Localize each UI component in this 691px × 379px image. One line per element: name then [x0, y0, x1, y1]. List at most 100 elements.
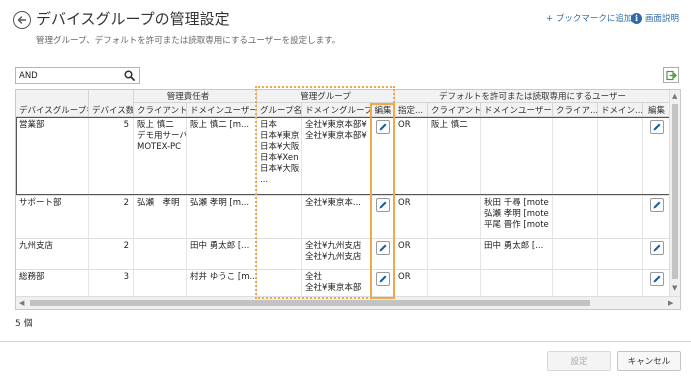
pencil-icon — [379, 244, 387, 252]
cell-text: 2 — [123, 198, 129, 208]
cell-text: OR — [398, 198, 411, 208]
cell-text: 総務部 — [19, 272, 45, 282]
table-cell-mg-domain-group: 全社 全社¥東京本部 — [302, 269, 372, 296]
cell-text: 田中 勇太郎 [... — [190, 241, 250, 251]
column-header-group-name[interactable]: デバイスグループ名 — [16, 90, 89, 117]
table-cell-d-client — [428, 238, 481, 269]
table-cell-mg-group — [257, 269, 302, 296]
table-cell-mg-group — [257, 195, 302, 238]
cell-text: ... — [260, 175, 269, 185]
cancel-button[interactable]: キャンセル — [617, 351, 681, 371]
back-button[interactable] — [13, 11, 31, 29]
edit-managed-group-button[interactable] — [376, 198, 390, 212]
scroll-right-icon[interactable]: ▶ — [668, 298, 673, 309]
table-cell-d-domain-group — [598, 195, 643, 238]
table-cell-admin-client — [134, 238, 187, 269]
column-header-device-count[interactable]: デバイス数 — [89, 90, 134, 117]
search-input[interactable] — [19, 69, 119, 82]
page-subtitle: 管理グループ、デフォルトを許可または読取専用にするユーザーを設定します。 — [36, 36, 341, 46]
table-cell-admin-client — [134, 269, 187, 296]
cell-text: 阪上 慎二 [m... — [190, 120, 250, 130]
table-cell-d-domain-user — [481, 117, 553, 195]
cell-text: 日本¥東京 — [260, 131, 300, 141]
table-cell-d-spec: OR — [395, 117, 428, 195]
device-group-grid: 管理責任者 管理グループ デフォルトを許可または読取専用にするユーザー デバイス… — [15, 89, 681, 310]
cell-text: 全社¥東京本... — [305, 198, 362, 208]
table-cell-device-count: 2 — [89, 238, 134, 269]
vertical-scroll-thumb[interactable] — [672, 104, 678, 279]
cell-text: 阪上 慎二 — [431, 120, 468, 130]
help-link-label: 画面説明 — [645, 14, 680, 24]
column-header-d-client-group[interactable]: クライア... — [553, 103, 598, 117]
column-header-mg-group[interactable]: グループ名 — [257, 103, 302, 117]
cell-text: 弘瀬 孝明 [mote — [484, 209, 549, 219]
pencil-icon — [653, 244, 661, 252]
cell-text: 弘瀬 孝明 — [137, 198, 180, 208]
table-cell-device-count: 2 — [89, 195, 134, 238]
cell-text: 村井 ゆうこ [m... — [190, 272, 257, 282]
column-header-d-edit[interactable]: 編集 — [643, 103, 671, 117]
column-group-header-managed-group: 管理グループ — [257, 90, 395, 103]
table-cell-mg-domain-group: 全社¥東京本部¥ 全社¥東京本部¥ — [302, 117, 372, 195]
edit-default-users-button[interactable] — [650, 272, 664, 286]
table-cell-group-name: サポート部 — [16, 195, 89, 238]
search-box[interactable] — [15, 67, 140, 84]
table-cell-d-domain-group — [598, 238, 643, 269]
table-cell-mg-domain-group: 全社¥九州支店 全社¥九州支店 — [302, 238, 372, 269]
cell-text: 3 — [123, 272, 129, 282]
edit-managed-group-button[interactable] — [376, 241, 390, 255]
column-header-mg-domain-group[interactable]: ドメイングループ名 — [302, 103, 372, 117]
pencil-icon — [379, 275, 387, 283]
horizontal-scroll-thumb[interactable] — [30, 300, 590, 306]
cell-text: 全社 — [305, 272, 323, 282]
edit-default-users-button[interactable] — [650, 198, 664, 212]
column-header-admin-client[interactable]: クライアント名 — [134, 103, 187, 117]
help-link[interactable]: i 画面説明 — [631, 12, 679, 24]
column-header-d-domain-group[interactable]: ドメイン... — [598, 103, 643, 117]
table-cell-d-domain-group — [598, 269, 643, 296]
table-cell-group-name: 九州支店 — [16, 238, 89, 269]
scroll-up-icon[interactable]: ▲ — [672, 91, 677, 102]
column-group-header-admin: 管理責任者 — [120, 90, 257, 103]
edit-default-users-button[interactable] — [650, 241, 664, 255]
page-title: デバイスグループの管理設定 — [36, 10, 230, 28]
cell-text: MOTEX-PC — [137, 142, 182, 152]
export-icon — [665, 70, 677, 80]
scroll-down-icon[interactable]: ▼ — [672, 283, 677, 294]
cell-text: 日本 — [260, 120, 278, 130]
cell-text: サポート部 — [19, 198, 62, 208]
table-cell-admin-domain-user: 村井 ゆうこ [m... — [187, 269, 257, 296]
cell-text: 全社¥東京本部 — [305, 283, 362, 293]
search-icon[interactable] — [124, 70, 135, 81]
add-bookmark-link[interactable]: + ブックマークに追加 — [546, 12, 632, 24]
column-header-d-domain-user[interactable]: ドメインユーザー... — [481, 103, 553, 117]
cell-text: 阪上 慎二 — [137, 120, 174, 130]
edit-default-users-button[interactable] — [650, 120, 664, 134]
pencil-icon — [653, 275, 661, 283]
horizontal-scrollbar[interactable]: ◀ ▶ — [16, 296, 680, 309]
export-button[interactable] — [663, 67, 679, 83]
column-header-admin-domain-user[interactable]: ドメインユーザー名 — [187, 103, 257, 117]
cell-text: 全社¥東京本部¥ — [305, 120, 367, 130]
cell-text: OR — [398, 120, 411, 130]
table-cell-mg-domain-group: 全社¥東京本... — [302, 195, 372, 238]
table-cell-device-count: 3 — [89, 269, 134, 296]
table-cell-d-spec: OR — [395, 195, 428, 238]
column-header-d-spec[interactable]: 指定... — [395, 103, 428, 117]
column-header-mg-edit[interactable]: 編集 — [372, 103, 395, 117]
cell-text: OR — [398, 241, 411, 251]
table-cell-mg-group: 日本 日本¥東京 日本¥大阪 日本¥Xen 日本¥大阪... — [257, 117, 302, 195]
column-header-d-client[interactable]: クライアント... — [428, 103, 481, 117]
cell-text: OR — [398, 272, 411, 282]
vertical-scrollbar[interactable]: ▲ ▼ — [669, 90, 680, 296]
save-button[interactable]: 設定 — [547, 351, 611, 371]
edit-managed-group-button[interactable] — [376, 120, 390, 134]
pencil-icon — [379, 201, 387, 209]
table-cell-admin-client: 弘瀬 孝明 — [134, 195, 187, 238]
cell-text: 営業部 — [19, 120, 45, 130]
edit-managed-group-button[interactable] — [376, 272, 390, 286]
table-cell-admin-domain-user: 田中 勇太郎 [... — [187, 238, 257, 269]
table-cell-d-client: 阪上 慎二 — [428, 117, 481, 195]
cell-text: 九州支店 — [19, 241, 54, 251]
scroll-left-icon[interactable]: ◀ — [19, 298, 24, 309]
